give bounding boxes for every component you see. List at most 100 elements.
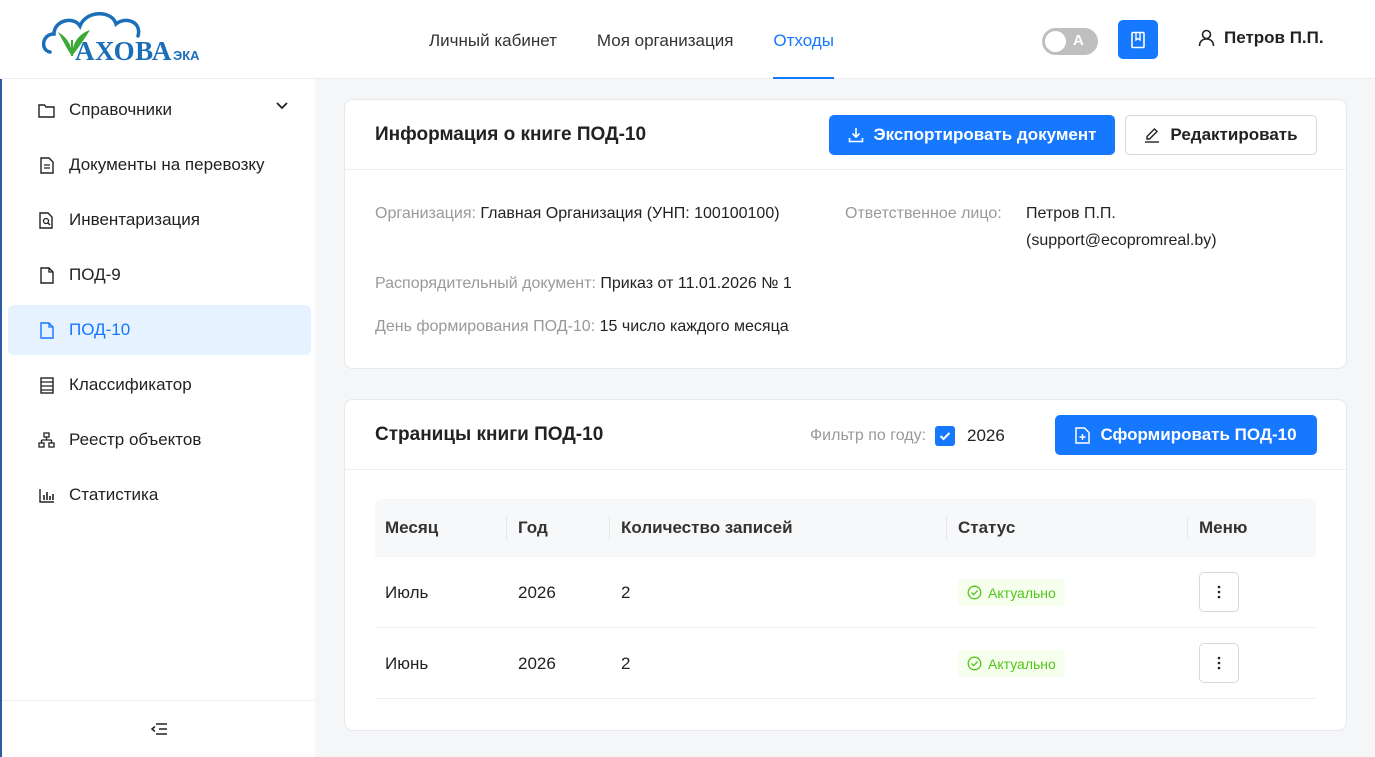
logo[interactable]: АХОВА ЭКА [42,6,212,70]
cell-month: Июль [385,583,429,602]
cell-count: 2 [621,583,631,602]
sidebar: Справочники Документы на перевозку Инвен… [0,79,315,757]
sidebar-item-label: Реестр объектов [69,430,202,449]
check-circle-icon [967,656,982,671]
formation-day-label: День формирования ПОД-10: [375,318,596,335]
year-filter-label: Фильтр по году: [810,427,927,444]
sidebar-item-label: Статистика [69,485,159,504]
sidebar-item-label: ПОД-9 [69,265,121,284]
book-icon [1131,31,1145,48]
column-count[interactable]: Количество записей [621,499,793,557]
table-row[interactable]: Июнь 2026 2 Актуально [375,628,1316,699]
sidebar-item-statistics[interactable]: Статистика [8,470,311,520]
nav-my-organization[interactable]: Моя организация [577,0,754,79]
sidebar-item-references[interactable]: Справочники [8,85,311,135]
nav-waste[interactable]: Отходы [753,0,854,79]
responsible-email: (support@ecopromreal.by) [1026,232,1217,249]
info-card-header: Информация о книге ПОД-10 Экспортировать… [345,100,1346,170]
sidebar-item-label: Справочники [69,100,172,119]
status-badge: Актуально [958,579,1065,606]
responsible-name: Петров П.П. [1026,205,1116,222]
edit-label: Редактировать [1170,125,1298,144]
cell-year: 2026 [518,583,556,602]
user-icon [1198,29,1215,47]
year-filter-value: 2026 [967,426,1005,445]
document-search-icon [38,211,55,229]
row-menu-button[interactable] [1199,572,1239,612]
responsible-label-cell: Ответственное лицо: [845,200,1002,227]
column-separator [506,516,507,540]
document-icon [38,156,55,174]
responsible-label: Ответственное лицо: [845,205,1002,222]
checkmark-icon [939,432,951,441]
year-filter-checkbox[interactable] [935,426,956,446]
pages-card-header: Страницы книги ПОД-10 Фильтр по году: 20… [345,400,1346,470]
top-nav: Личный кабинет Моя организация Отходы [409,0,854,79]
info-card: Информация о книге ПОД-10 Экспортировать… [344,99,1347,369]
status-badge: Актуально [958,650,1065,677]
formation-day-value: 15 число каждого месяца [599,318,789,335]
sidebar-item-classifier[interactable]: Классификатор [8,360,311,410]
more-vertical-icon [1217,585,1221,599]
pages-card-title: Страницы книги ПОД-10 [375,424,604,445]
sidebar-item-pod9[interactable]: ПОД-9 [8,250,311,300]
generate-pod10-button[interactable]: Сформировать ПОД-10 [1055,415,1317,455]
order-value: Приказ от 11.01.2026 № 1 [600,275,792,292]
column-separator [946,516,947,540]
year-filter: Фильтр по году: 2026 [810,426,1005,446]
collapse-menu-icon[interactable] [150,722,168,736]
cell-count: 2 [621,654,631,673]
info-card-title: Информация о книге ПОД-10 [375,124,647,145]
app-header: АХОВА ЭКА Личный кабинет Моя организация… [0,0,1375,79]
cell-month: Июнь [385,654,429,673]
status-text: Актуально [988,584,1056,601]
user-name: Петров П.П. [1224,28,1324,47]
sidebar-item-label: Инвентаризация [69,210,200,229]
order-row: Распорядительный документ: Приказ от 11.… [375,270,792,297]
row-menu-button[interactable] [1199,643,1239,683]
sidebar-item-objects-registry[interactable]: Реестр объектов [8,415,311,465]
column-separator [1187,516,1188,540]
sidebar-item-label: Классификатор [69,375,192,394]
cell-year: 2026 [518,654,556,673]
sidebar-item-label: Документы на перевозку [69,155,265,174]
edit-button[interactable]: Редактировать [1125,115,1317,155]
column-month[interactable]: Месяц [385,499,438,557]
file-icon [38,266,55,284]
order-label: Распорядительный документ: [375,275,596,292]
status-text: Актуально [988,655,1056,672]
file-icon [38,321,55,339]
column-status[interactable]: Статус [958,499,1015,557]
column-year[interactable]: Год [518,499,548,557]
chevron-down-icon [276,102,288,110]
more-vertical-icon [1217,656,1221,670]
sidebar-item-pod10[interactable]: ПОД-10 [8,305,311,355]
logo-subtext: ЭКА [173,48,200,63]
responsible-value-cell: Петров П.П. (support@ecopromreal.by) [1026,200,1217,254]
sidebar-item-transport-docs[interactable]: Документы на перевозку [8,140,311,190]
sidebar-footer [2,700,315,757]
sidebar-item-label: ПОД-10 [69,320,131,339]
download-icon [848,128,863,143]
edit-icon [1145,128,1160,143]
toggle-letter: А [1073,32,1084,49]
sidebar-item-inventory[interactable]: Инвентаризация [8,195,311,245]
theme-toggle[interactable]: А [1042,28,1098,55]
book-button[interactable] [1118,20,1158,59]
table-header: Месяц Год Количество записей Статус Меню [375,499,1316,557]
generate-pod10-label: Сформировать ПОД-10 [1100,425,1297,444]
user-menu[interactable]: Петров П.П. [1198,28,1324,48]
folder-icon [38,102,55,119]
check-circle-icon [967,585,982,600]
organization-row: Организация: Главная Организация (УНП: 1… [375,200,780,227]
organization-value: Главная Организация (УНП: 100100100) [480,205,780,222]
nav-personal-cabinet[interactable]: Личный кабинет [409,0,577,79]
export-document-button[interactable]: Экспортировать документ [829,115,1115,155]
table-row[interactable]: Июль 2026 2 Актуально [375,557,1316,628]
column-separator [609,516,610,540]
pages-card: Страницы книги ПОД-10 Фильтр по году: 20… [344,399,1347,731]
file-add-icon [1075,426,1091,444]
export-document-label: Экспортировать документ [873,125,1097,144]
logo-text: АХОВА [75,36,172,66]
bar-chart-icon [38,487,55,504]
